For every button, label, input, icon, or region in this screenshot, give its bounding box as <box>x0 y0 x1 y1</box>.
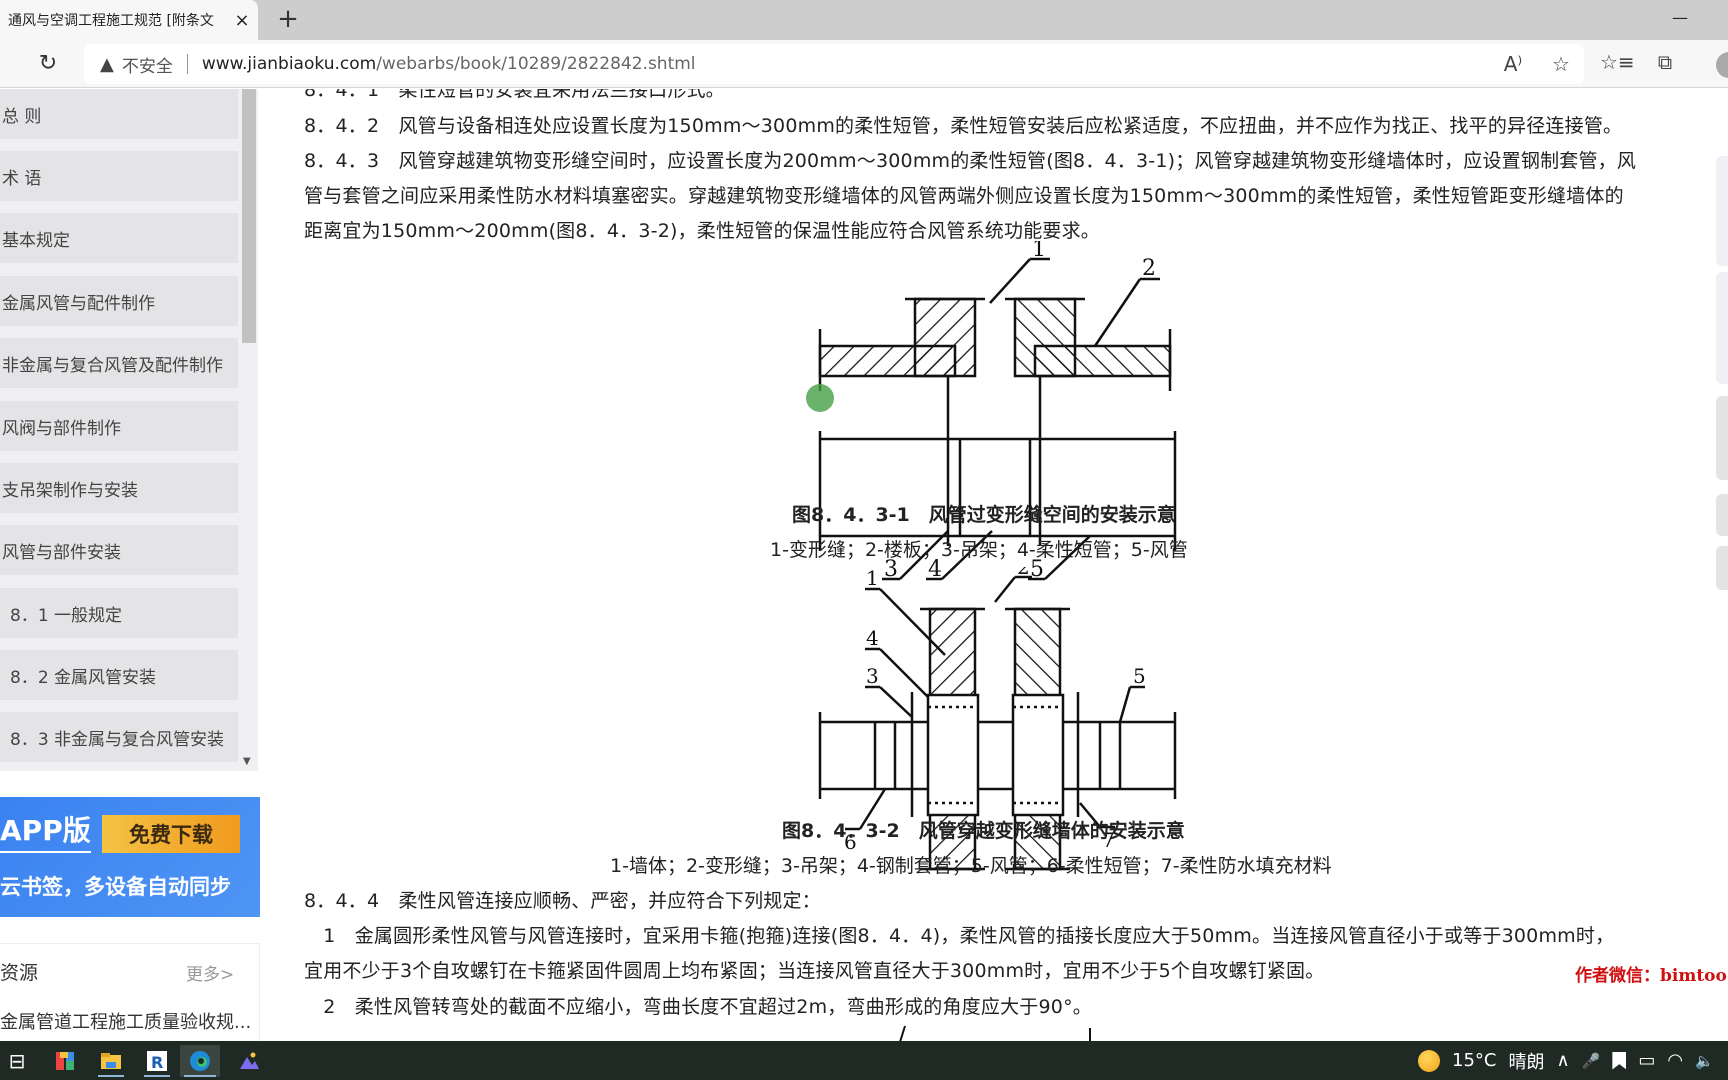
clause-8-4-3-line1: 8．4．3 风管穿越建筑物变形缝空间时，应设置长度为200mm～300mm的柔性… <box>304 150 1637 172</box>
add-favorite-icon[interactable]: ☆ <box>1548 52 1574 76</box>
clause-8-4-4-item1-line1: 1 金属圆形柔性风管与风管连接时，宜采用卡箍(抱箍)连接(图8．4．4)，柔性风… <box>304 925 1615 947</box>
battery-icon[interactable]: ▭ <box>1638 1050 1655 1071</box>
wifi-icon[interactable]: ◠ <box>1667 1050 1683 1071</box>
fig1-label-1: 1 <box>1032 241 1046 262</box>
figure-1-title: 图8．4．3-1 风管过变形缝空间的安装示意 <box>792 504 1176 526</box>
figure-8-4-3-1: 1 2 3 4 5 <box>818 241 1177 581</box>
minimize-button[interactable]: — <box>1660 8 1700 32</box>
side-float-tab-5[interactable] <box>1716 546 1728 590</box>
fig2-label-4: 4 <box>866 626 879 650</box>
browser-window: 通风与空调工程施工规范 [附条文 × + — ↻ ▲ 不安全 www.jianb… <box>0 0 1728 1080</box>
clause-8-4-4-item1-line2: 宜用不少于3个自攻螺钉在卡箍紧固件圆周上均布紧固；当连接风管直径大于300mm时… <box>304 960 1325 982</box>
new-tab-button[interactable]: + <box>272 4 304 36</box>
clause-8-4-4: 8．4．4 柔性风管连接应顺畅、严密，并应符合下列规定： <box>304 890 821 912</box>
edge-browser-icon[interactable] <box>180 1045 220 1077</box>
bookmark-app-icon[interactable] <box>48 1045 82 1077</box>
clause-8-4-3-line3: 距离宜为150mm～200mm(图8．4．3-2)，柔性短管的保温性能应符合风管… <box>304 220 1100 242</box>
tab-strip: 通风与空调工程施工规范 [附条文 × + — <box>0 0 1728 40</box>
svg-text:R: R <box>151 1053 163 1072</box>
fig2-label-2: 2 <box>1017 567 1030 579</box>
browser-toolbar: ↻ ▲ 不安全 www.jianbiaoku.com /webarbs/book… <box>0 40 1728 88</box>
clause-8-4-4-item2: 2 柔性风管转弯处的截面不应缩小，弯曲长度不宜超过2m，弯曲形成的角度应大于90… <box>304 996 1092 1018</box>
tray-expand-icon[interactable]: ∧ <box>1556 1050 1569 1071</box>
weather-sun-icon[interactable] <box>1418 1049 1440 1072</box>
task-view-icon[interactable]: ⊟ <box>0 1045 34 1077</box>
revit-app-icon[interactable]: R <box>140 1045 174 1077</box>
figure-2-legend: 1-墙体；2-变形缝；3-吊架；4-钢制套管；5-风管；6-柔性短管；7-柔性防… <box>610 855 1332 877</box>
side-float-tab-1[interactable] <box>1716 156 1728 266</box>
url-path[interactable]: /webarbs/book/10289/2822842.shtml <box>376 54 695 74</box>
fig2-label-5: 5 <box>1133 664 1146 688</box>
author-watermark: 作者微信：bimtoo <box>1575 966 1727 986</box>
clause-8-4-3-line2: 管与套管之间应采用柔性防水材料填塞密实。穿越建筑物变形缝墙体的风管两端外侧应设置… <box>304 185 1624 207</box>
clause-8-4-1: 8．4．1 柔性短管的安装宜采用法兰接口形式。 <box>304 89 725 101</box>
fig2-label-3: 3 <box>866 664 879 688</box>
document-content: 8．4．1 柔性短管的安装宜采用法兰接口形式。 8．4．2 风管与设备相连处应设… <box>0 89 1728 1041</box>
browser-tab-active[interactable]: 通风与空调工程施工规范 [附条文 × <box>0 0 258 40</box>
tray-bookmark-icon[interactable] <box>1612 1051 1627 1070</box>
side-float-tab-2[interactable] <box>1716 272 1728 384</box>
not-secure-label[interactable]: 不安全 <box>122 52 173 77</box>
read-aloud-icon[interactable]: A⁾ <box>1500 52 1526 76</box>
tab-title: 通风与空调工程施工规范 [附条文 <box>8 13 214 29</box>
fig1-drawing <box>818 257 1177 581</box>
photos-app-icon[interactable] <box>232 1045 266 1077</box>
figure-1-legend: 1-变形缝；2-楼板；3-吊架；4-柔性短管；5-风管 <box>770 539 1188 561</box>
volume-icon[interactable]: 🔈 <box>1695 1052 1714 1070</box>
weather-temperature[interactable]: 15°C <box>1452 1050 1496 1071</box>
collections-icon[interactable]: ⧉ <box>1652 50 1678 74</box>
side-float-tab-3[interactable] <box>1716 396 1728 480</box>
fig2-label-1: 1 <box>866 567 879 590</box>
clause-8-4-2: 8．4．2 风管与设备相连处应设置长度为150mm～300mm的柔性短管，柔性短… <box>304 115 1623 137</box>
fig1-label-2: 2 <box>1142 256 1156 281</box>
url-host[interactable]: www.jianbiaoku.com <box>202 54 376 74</box>
address-separator <box>186 54 188 74</box>
figure-2-title: 图8．4．3-2 风管穿越变形缝墙体的安装示意 <box>782 820 1185 842</box>
cursor-highlight <box>806 384 834 412</box>
file-explorer-icon[interactable] <box>94 1045 128 1077</box>
reload-icon[interactable]: ↻ <box>34 50 62 78</box>
side-float-tab-4[interactable] <box>1716 494 1728 536</box>
windows-taskbar: ⊟ R 15°C 晴朗 ∧ 🎤 ▭ ◠ 🔈 <box>0 1041 1728 1080</box>
address-bar[interactable]: ▲ 不安全 www.jianbiaoku.com /webarbs/book/1… <box>84 44 1584 84</box>
system-tray: 15°C 晴朗 ∧ 🎤 ▭ ◠ 🔈 <box>1418 1041 1714 1080</box>
warning-icon[interactable]: ▲ <box>100 54 114 75</box>
weather-description[interactable]: 晴朗 <box>1508 1048 1544 1074</box>
microphone-icon[interactable]: 🎤 <box>1582 1052 1601 1070</box>
figure-8-4-4-partial <box>899 1025 1091 1041</box>
favorites-icon[interactable]: ☆≡ <box>1600 50 1635 74</box>
close-tab-icon[interactable]: × <box>230 10 254 31</box>
profile-avatar[interactable] <box>1716 52 1728 78</box>
